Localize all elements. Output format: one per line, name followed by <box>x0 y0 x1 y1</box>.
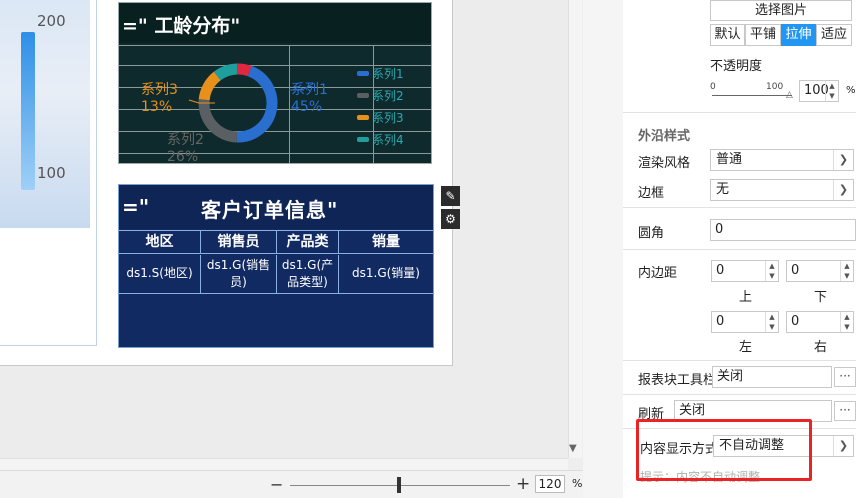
spinner-arrows-icon[interactable]: ▲ ▼ <box>840 312 853 332</box>
slice-label-series2: 系列2 26% <box>167 132 204 165</box>
more-options-icon[interactable]: ··· <box>834 367 856 387</box>
opacity-slider-max: 100 <box>766 82 784 92</box>
spinner-arrows-icon[interactable]: ▲ ▼ <box>765 312 778 332</box>
zoom-out-button[interactable]: − <box>270 475 283 494</box>
donut-slice-series4 <box>213 63 238 81</box>
slice-label-series1: 系列1 45% <box>291 82 328 115</box>
opacity-slider-track[interactable] <box>712 95 792 96</box>
padding-right-input[interactable]: 0 ▲ ▼ <box>786 311 854 333</box>
select-image-button[interactable]: 选择图片 <box>710 0 852 21</box>
edit-icon[interactable]: ✎ <box>441 186 460 206</box>
block-tools: ✎ ⚙ <box>441 186 460 230</box>
padding-top-caption: 上 <box>739 290 753 305</box>
fill-mode-stretch[interactable]: 拉伸 <box>781 24 816 46</box>
map-legend-max: 200 <box>37 12 66 30</box>
radius-input[interactable]: 0 <box>710 219 856 241</box>
zoom-input[interactable]: 120 <box>535 475 565 493</box>
opacity-slider-thumb[interactable]: △ <box>786 90 793 100</box>
padding-left-caption: 左 <box>739 340 753 355</box>
radius-label: 圆角 <box>638 226 665 241</box>
opacity-input[interactable]: 100 ▲ ▼ <box>799 80 839 102</box>
legend-item: 系列3 <box>357 109 404 126</box>
opacity-slider-min: 0 <box>710 82 716 92</box>
chevron-down-icon[interactable]: ❯ <box>833 180 853 200</box>
highlight-annotation <box>636 419 812 481</box>
section-outer-style: 外沿样式 <box>638 129 691 144</box>
table-cell[interactable]: ds1.S(地区) <box>119 255 201 293</box>
table-cell[interactable]: ds1.G(销售员) <box>201 255 277 293</box>
table-header-cell[interactable]: 销量 <box>339 231 433 253</box>
border-label: 边框 <box>638 186 665 201</box>
zoom-unit: % <box>572 477 583 490</box>
fill-mode-default[interactable]: 默认 <box>710 24 745 46</box>
chart-title: =" 工龄分布" <box>119 3 431 43</box>
render-style-select[interactable]: 普通 ❯ <box>710 149 854 171</box>
table-title-prefix: =" <box>122 195 150 219</box>
table-header-cell[interactable]: 产品类 <box>277 231 339 253</box>
padding-bottom-caption: 下 <box>814 290 828 305</box>
divider <box>623 207 856 208</box>
divider <box>623 112 856 113</box>
table-header-cell[interactable]: 销售员 <box>201 231 277 253</box>
horizontal-scrollbar[interactable] <box>0 458 568 470</box>
zoom-slider-thumb[interactable] <box>397 477 401 493</box>
padding-label: 内边距 <box>638 266 678 281</box>
table-panel[interactable]: =" 客户订单信息" 地区 销售员 产品类 销量 ds1.S(地区) ds1.G… <box>118 184 434 348</box>
padding-top-input[interactable]: 0 ▲ ▼ <box>711 260 779 282</box>
map-legend-gradient <box>21 32 35 190</box>
table-title: 客户订单信息" <box>201 198 339 222</box>
donut-slice-series2 <box>198 99 238 143</box>
chart-legend: 系列1 系列2 系列3 系列4 <box>357 65 404 148</box>
table-cell[interactable]: ds1.G(产品类型) <box>277 255 339 293</box>
toolbar-label: 报表块工具栏 <box>638 373 717 388</box>
gear-icon[interactable]: ⚙ <box>441 209 460 229</box>
chevron-down-icon[interactable]: ❯ <box>833 150 853 170</box>
map-panel[interactable]: 200 100 <box>0 0 97 346</box>
chevron-down-icon[interactable]: ❯ <box>833 436 853 456</box>
spinner-arrows-icon[interactable]: ▲ ▼ <box>840 261 853 281</box>
padding-right-caption: 右 <box>814 340 828 355</box>
legend-item: 系列1 <box>357 65 404 82</box>
divider <box>623 360 856 361</box>
spinner-arrows-icon[interactable]: ▲ ▼ <box>825 81 838 101</box>
report-canvas[interactable]: 200 100 =" 工龄分布" 系列3 13% 系列1 45% 系列2 26% <box>0 0 568 458</box>
slice-label-series3: 系列3 13% <box>141 82 178 115</box>
more-options-icon[interactable]: ··· <box>834 401 856 421</box>
render-style-label: 渲染风格 <box>638 156 691 171</box>
opacity-unit: % <box>846 85 856 96</box>
donut-slice-extra <box>236 63 252 77</box>
table-cell[interactable]: ds1.G(销量) <box>339 255 433 293</box>
vertical-scrollbar[interactable] <box>568 0 582 458</box>
fill-mode-tile[interactable]: 平铺 <box>745 24 781 46</box>
table-header-cell[interactable]: 地区 <box>119 231 201 253</box>
chart-panel[interactable]: =" 工龄分布" 系列3 13% 系列1 45% 系列2 26% 系列1 系列2 <box>118 2 432 165</box>
divider <box>623 394 856 395</box>
map-background <box>0 0 90 228</box>
divider <box>623 249 856 250</box>
toolbar-value[interactable]: 关闭 <box>712 366 832 388</box>
padding-left-input[interactable]: 0 ▲ ▼ <box>711 311 779 333</box>
spinner-arrows-icon[interactable]: ▲ ▼ <box>765 261 778 281</box>
fill-mode-fit[interactable]: 适应 <box>816 24 852 46</box>
map-legend-min: 100 <box>37 164 66 182</box>
zoom-in-button[interactable]: + <box>516 474 530 494</box>
opacity-label: 不透明度 <box>710 59 763 74</box>
scroll-down-icon[interactable]: ▼ <box>569 443 577 454</box>
border-select[interactable]: 无 ❯ <box>710 179 854 201</box>
donut-slice-series1 <box>236 65 278 143</box>
legend-item: 系列2 <box>357 87 404 104</box>
legend-item: 系列4 <box>357 131 404 148</box>
zoom-bar: − + 120 % <box>0 470 600 498</box>
donut-slice-series3 <box>198 71 221 101</box>
padding-bottom-input[interactable]: 0 ▲ ▼ <box>786 260 854 282</box>
table-title-bar: =" 客户订单信息" <box>119 185 433 229</box>
